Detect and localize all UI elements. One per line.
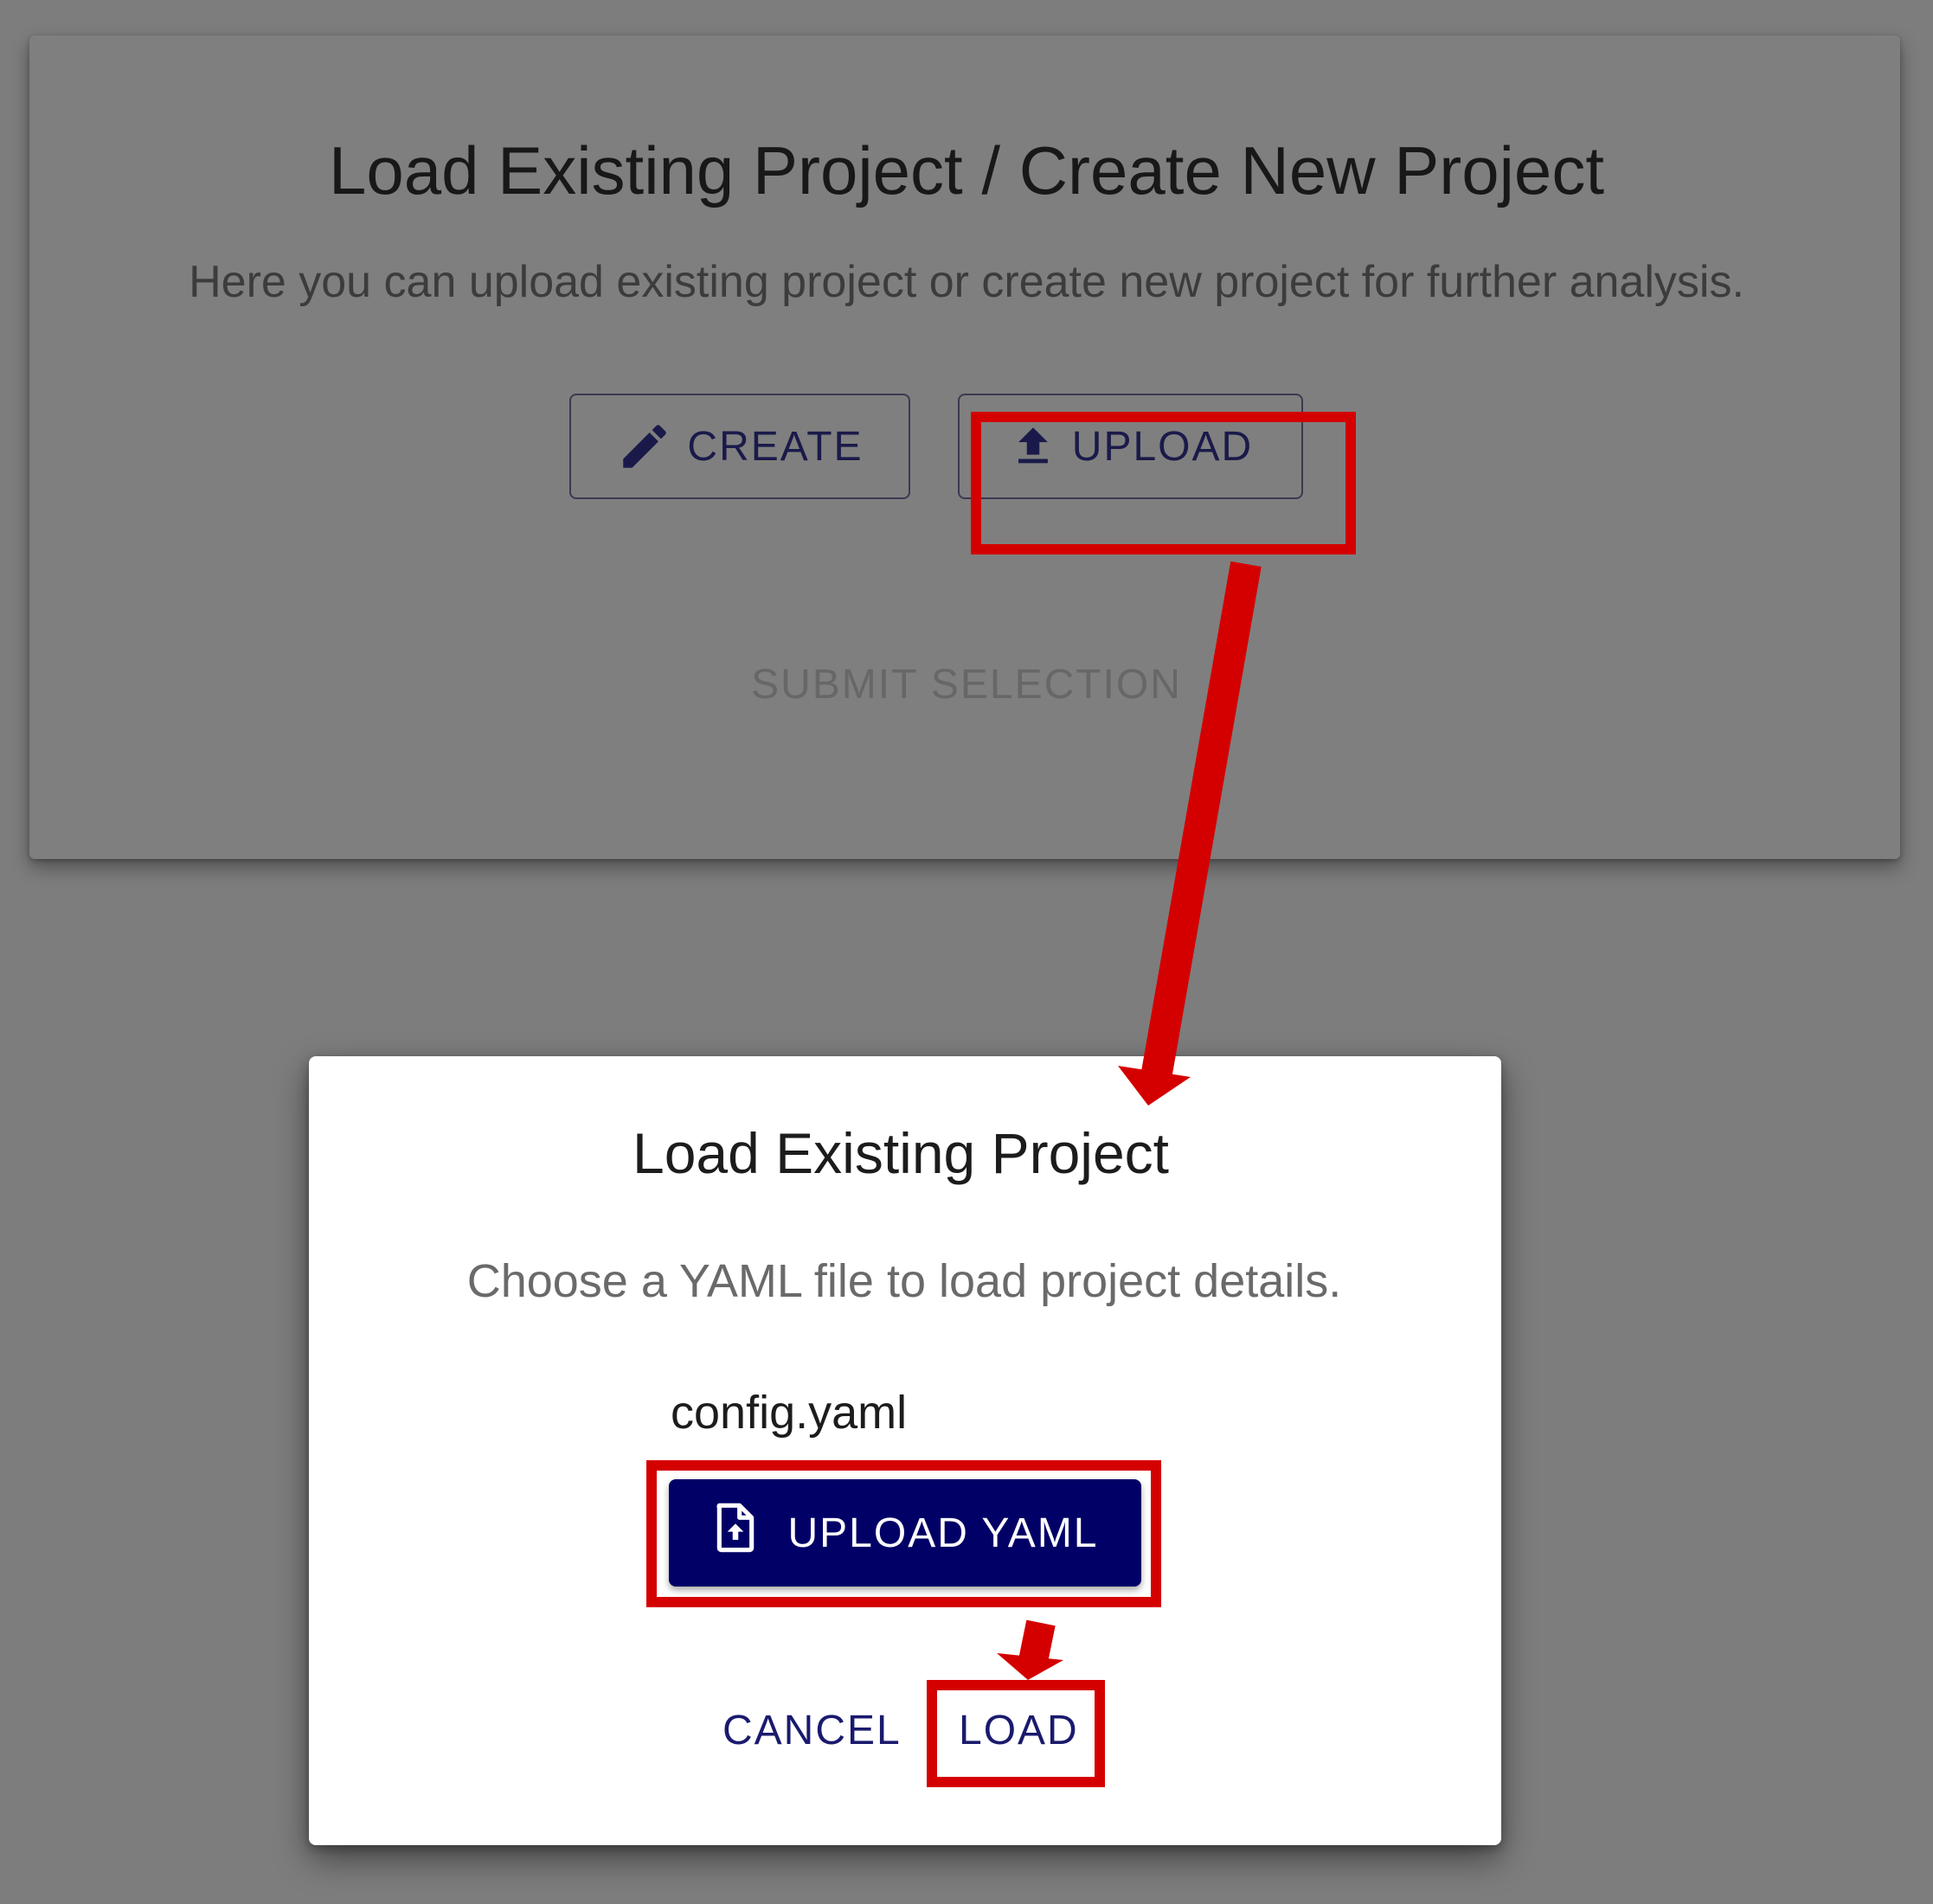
- upload-button[interactable]: UPLOAD: [958, 394, 1303, 499]
- upload-button-label: UPLOAD: [1071, 423, 1254, 470]
- file-upload-icon: [711, 1501, 760, 1565]
- pencil-icon: [616, 418, 673, 475]
- create-button-label: CREATE: [687, 423, 864, 470]
- load-button[interactable]: LOAD: [959, 1710, 1079, 1752]
- dialog-title: Load Existing Project: [632, 1121, 1169, 1185]
- page-subtitle: Here you can upload existing project or …: [189, 257, 1744, 307]
- upload-yaml-label: UPLOAD YAML: [787, 1510, 1099, 1556]
- create-button[interactable]: CREATE: [569, 394, 910, 499]
- cancel-button[interactable]: CANCEL: [722, 1710, 902, 1752]
- page-title: Load Existing Project / Create New Proje…: [328, 132, 1604, 208]
- upload-icon: [1008, 420, 1058, 473]
- submit-selection-button[interactable]: SUBMIT SELECTION: [0, 664, 1933, 706]
- selected-file-name: config.yaml: [671, 1387, 908, 1439]
- dialog-description: Choose a YAML file to load project detai…: [466, 1255, 1342, 1307]
- upload-yaml-button[interactable]: UPLOAD YAML: [669, 1479, 1141, 1587]
